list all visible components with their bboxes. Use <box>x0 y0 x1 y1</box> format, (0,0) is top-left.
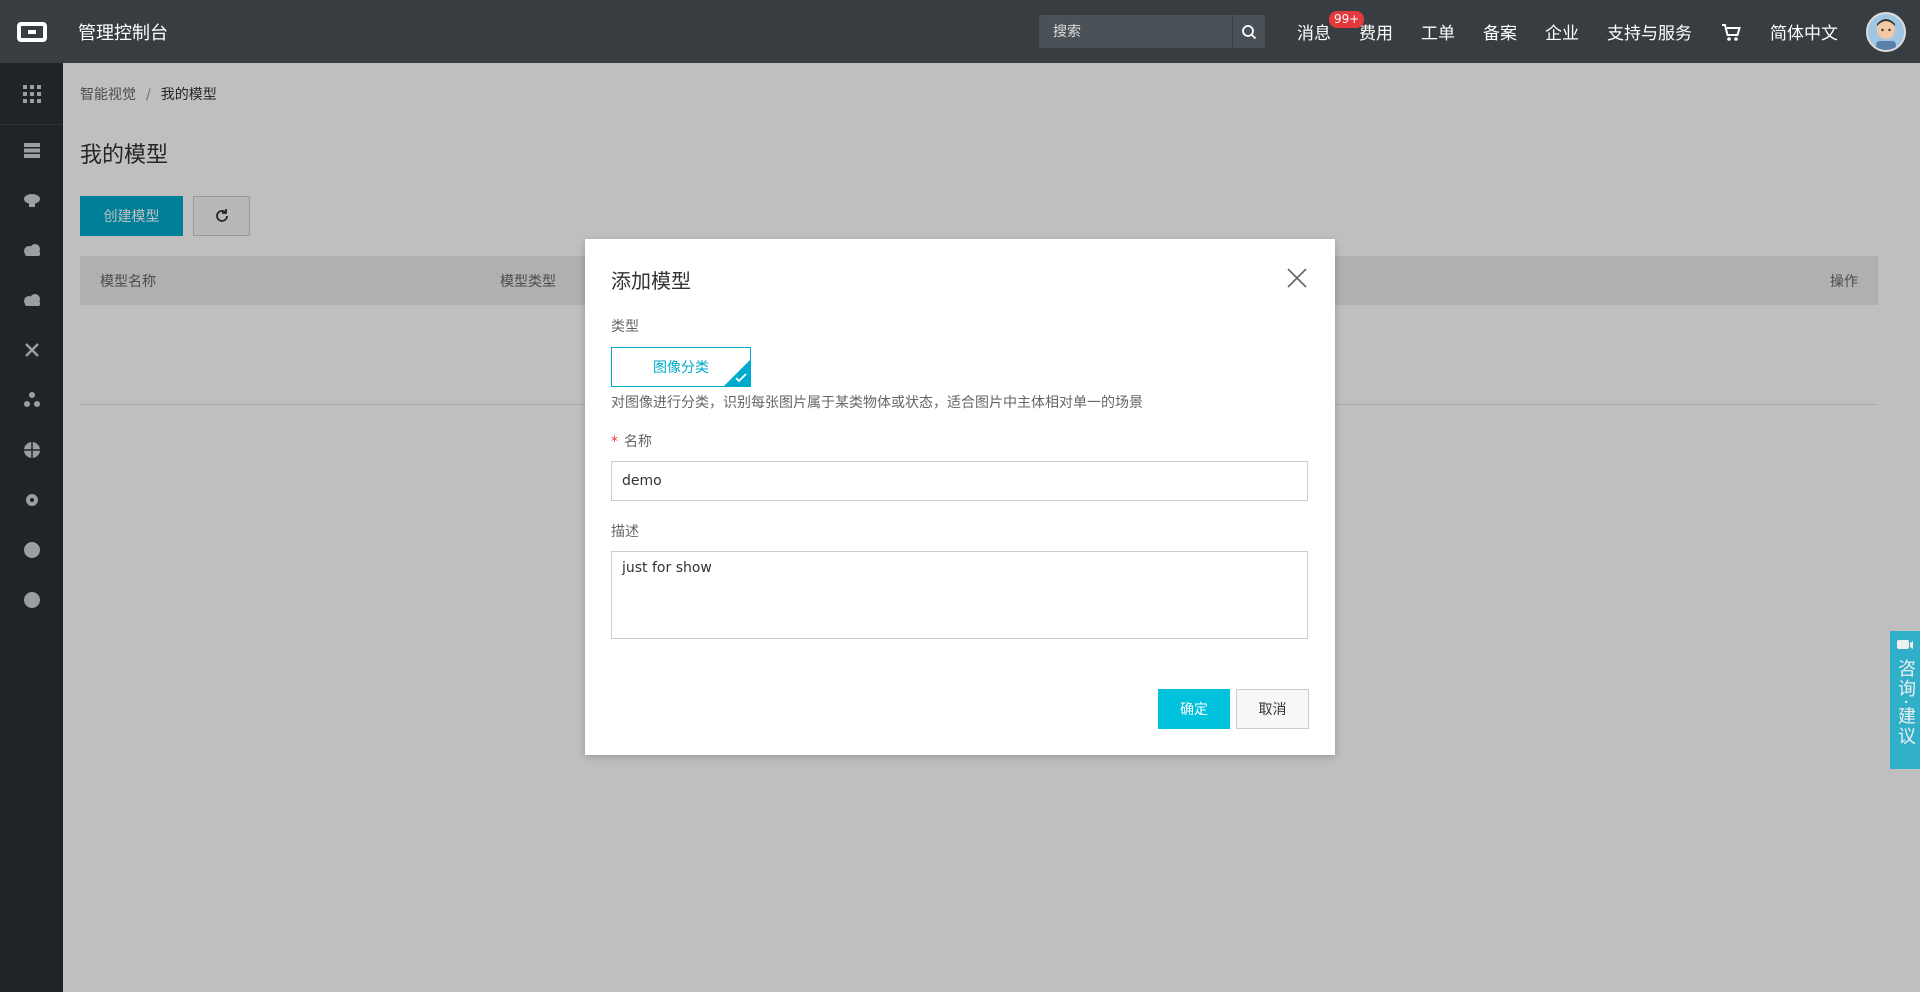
nav-messages-label: 消息 <box>1297 24 1331 44</box>
type-description: 对图像进行分类，识别每张图片属于某类物体或状态，适合图片中主体相对单一的场景 <box>611 395 1143 411</box>
nav-tickets[interactable]: 工单 <box>1421 19 1455 44</box>
name-label-text: 名称 <box>624 434 652 450</box>
required-mark: * <box>611 434 618 450</box>
search-box <box>1039 15 1265 48</box>
name-label: * 名称 <box>611 431 652 451</box>
add-model-dialog: 添加模型 类型 图像分类 对图像进行分类，识别每张图片属于某类物体或状态，适合图… <box>585 239 1335 755</box>
nav-enterprise[interactable]: 企业 <box>1545 19 1579 44</box>
close-icon[interactable] <box>1286 267 1308 289</box>
cart-icon[interactable] <box>1720 21 1742 43</box>
logo-mark-icon <box>16 21 47 42</box>
avatar-face-icon <box>1868 13 1904 50</box>
nav-language[interactable]: 简体中文 <box>1770 19 1838 44</box>
nav-messages[interactable]: 消息 99+ <box>1297 11 1365 44</box>
type-label: 类型 <box>611 319 639 335</box>
cancel-button[interactable]: 取消 <box>1236 689 1309 729</box>
nav-icp[interactable]: 备案 <box>1483 19 1517 44</box>
type-option-label: 图像分类 <box>653 360 709 376</box>
nav-billing[interactable]: 费用 <box>1359 19 1393 44</box>
user-avatar[interactable] <box>1866 11 1906 52</box>
nav-support[interactable]: 支持与服务 <box>1607 19 1692 44</box>
search-button[interactable] <box>1232 15 1265 48</box>
dialog-title: 添加模型 <box>611 269 691 293</box>
confirm-button[interactable]: 确定 <box>1158 689 1230 729</box>
console-title[interactable]: 管理控制台 <box>78 19 168 45</box>
feedback-label: 咨询·建议 <box>1895 659 1916 747</box>
aliyun-logo[interactable] <box>0 0 63 63</box>
search-input[interactable] <box>1039 15 1232 48</box>
type-option-image-classification[interactable]: 图像分类 <box>611 347 751 387</box>
feedback-tab[interactable]: 咨询·建议 <box>1890 631 1920 769</box>
chat-icon <box>1897 640 1913 649</box>
search-icon <box>1242 24 1257 39</box>
name-input[interactable] <box>611 461 1308 501</box>
description-label: 描述 <box>611 524 639 540</box>
top-navbar: 管理控制台 消息99+ 费用 工单 备案 企业 支持与服务 简体中文 <box>0 0 1920 63</box>
description-textarea[interactable]: just for show <box>611 551 1308 639</box>
check-icon <box>735 373 747 383</box>
